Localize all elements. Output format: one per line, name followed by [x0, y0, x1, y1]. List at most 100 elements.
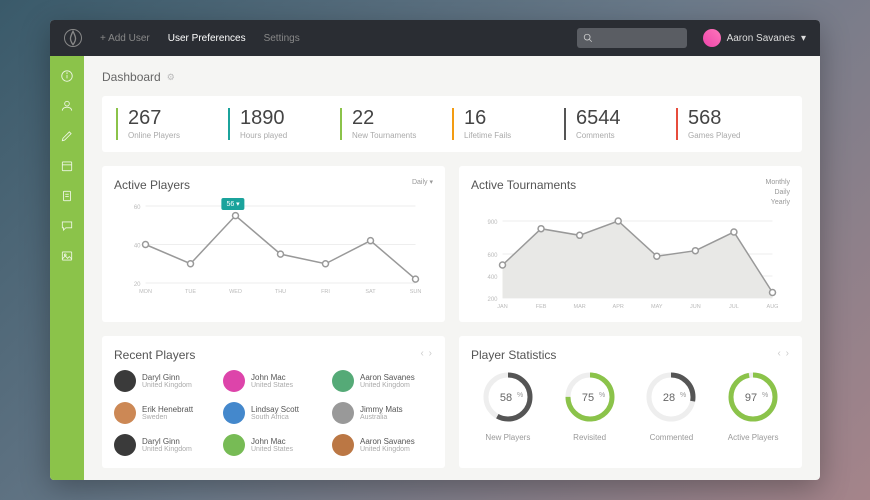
card-title: Recent Players	[114, 348, 195, 362]
active-tournaments-chart: 200400600900JANFEBMARAPRMAYJUNJULAUG	[471, 215, 790, 310]
player-name: Erik Henebratt	[142, 405, 193, 414]
player-name: John Mac	[251, 437, 293, 446]
avatar	[114, 402, 136, 424]
period-option[interactable]: Monthly	[765, 178, 790, 188]
svg-text:20: 20	[134, 282, 141, 288]
search-input[interactable]	[577, 28, 687, 48]
sidebar-user-icon[interactable]	[59, 98, 75, 114]
nav-item[interactable]: User Preferences	[168, 33, 246, 44]
svg-text:900: 900	[487, 220, 498, 226]
player-name: John Mac	[251, 373, 293, 382]
avatar	[114, 370, 136, 392]
player-name: Daryl Ginn	[142, 373, 192, 382]
player-location: United States	[251, 446, 293, 453]
card-title: Player Statistics	[471, 348, 556, 362]
period-option[interactable]: Yearly	[765, 198, 790, 208]
player-name: Aaron Savanes	[360, 437, 415, 446]
donut-label: New Players	[471, 433, 545, 442]
player-item[interactable]: John MacUnited States	[223, 370, 324, 392]
stat-label: New Tournaments	[352, 131, 452, 140]
svg-text:200: 200	[487, 297, 498, 303]
player-name: Aaron Savanes	[360, 373, 415, 382]
logo-icon	[64, 29, 82, 47]
period-option[interactable]: Daily	[765, 188, 790, 198]
sidebar-chat-icon[interactable]	[59, 218, 75, 234]
card-title: Active Players	[114, 178, 190, 192]
period-options[interactable]: MonthlyDailyYearly	[765, 178, 790, 207]
user-menu[interactable]: Aaron Savanes ▾	[703, 29, 806, 47]
avatar	[223, 434, 245, 456]
svg-text:TUE: TUE	[185, 289, 196, 295]
donut-label: Revisited	[553, 433, 627, 442]
search-icon	[583, 33, 593, 43]
svg-text:400: 400	[487, 275, 498, 281]
stat-item: 6544Comments	[564, 108, 676, 140]
app-window: + Add User User Preferences Settings Aaron…	[50, 20, 820, 480]
nav-item[interactable]: Settings	[264, 33, 300, 44]
stat-label: Hours played	[240, 131, 340, 140]
active-tournaments-card: Active Tournaments MonthlyDailyYearly 20…	[459, 166, 802, 322]
sidebar-doc-icon[interactable]	[59, 188, 75, 204]
sidebar-calendar-icon[interactable]	[59, 158, 75, 174]
svg-text:97: 97	[745, 392, 757, 404]
sidebar-edit-icon[interactable]	[59, 128, 75, 144]
main-content: Dashboard ⚙ 267Online Players 1890 Hours p…	[84, 56, 820, 480]
stat-item: 1890 Hours played	[228, 108, 340, 140]
svg-text:THU: THU	[275, 289, 286, 295]
stat-value: 568	[688, 108, 788, 128]
sidebar-image-icon[interactable]	[59, 248, 75, 264]
svg-text:28: 28	[663, 392, 675, 404]
avatar	[332, 370, 354, 392]
player-name: Lindsay Scott	[251, 405, 299, 414]
players-grid: Daryl GinnUnited KingdomJohn MacUnited S…	[114, 370, 433, 456]
svg-text:APR: APR	[613, 304, 624, 310]
player-location: United Kingdom	[142, 382, 192, 389]
donut-label: Commented	[635, 433, 709, 442]
svg-text:FEB: FEB	[536, 304, 547, 310]
avatar	[223, 370, 245, 392]
gear-icon[interactable]: ⚙	[167, 72, 175, 83]
donut-stat: 58 % New Players	[471, 370, 545, 442]
player-item[interactable]: Erik HenebrattSweden	[114, 402, 215, 424]
more-icon[interactable]: ‹ ›	[778, 348, 790, 359]
nav-item[interactable]: + Add User	[100, 33, 150, 44]
stat-value: 1890	[240, 108, 340, 128]
svg-text:AUG: AUG	[767, 304, 779, 310]
period-select[interactable]: Daily ▾	[412, 178, 433, 188]
player-item[interactable]: Daryl GinnUnited Kingdom	[114, 370, 215, 392]
donuts-row: 58 % New Players 75 % Revisited 28 % Com…	[471, 370, 790, 442]
player-location: Sweden	[142, 414, 193, 421]
player-item[interactable]: Jimmy MatsAustralia	[332, 402, 433, 424]
svg-text:MON: MON	[139, 289, 152, 295]
player-location: United Kingdom	[142, 446, 192, 453]
avatar	[332, 402, 354, 424]
svg-text:JAN: JAN	[497, 304, 507, 310]
avatar	[114, 434, 136, 456]
user-name: Aaron Savanes	[727, 33, 795, 44]
svg-text:%: %	[517, 392, 523, 399]
svg-text:%: %	[680, 392, 686, 399]
player-item[interactable]: Lindsay ScottSouth Africa	[223, 402, 324, 424]
avatar	[332, 434, 354, 456]
player-location: United Kingdom	[360, 382, 415, 389]
player-location: United States	[251, 382, 293, 389]
breadcrumb: Dashboard ⚙	[102, 70, 802, 84]
more-icon[interactable]: ‹ ›	[421, 348, 433, 359]
player-item[interactable]: Daryl GinnUnited Kingdom	[114, 434, 215, 456]
body: Dashboard ⚙ 267Online Players 1890 Hours p…	[50, 56, 820, 480]
topbar: + Add User User Preferences Settings Aaron…	[50, 20, 820, 56]
stat-item: 267Online Players	[116, 108, 228, 140]
stat-value: 16	[464, 108, 564, 128]
donut-stat: 97 % Active Players	[716, 370, 790, 442]
svg-text:60: 60	[134, 205, 141, 211]
sidebar-info-icon[interactable]	[59, 68, 75, 84]
player-name: Daryl Ginn	[142, 437, 192, 446]
svg-text:%: %	[599, 392, 605, 399]
donut-stat: 28 % Commented	[635, 370, 709, 442]
player-location: United Kingdom	[360, 446, 415, 453]
player-item[interactable]: Aaron SavanesUnited Kingdom	[332, 434, 433, 456]
player-item[interactable]: John MacUnited States	[223, 434, 324, 456]
player-item[interactable]: Aaron SavanesUnited Kingdom	[332, 370, 433, 392]
svg-text:75: 75	[582, 392, 594, 404]
stat-item: 22New Tournaments	[340, 108, 452, 140]
